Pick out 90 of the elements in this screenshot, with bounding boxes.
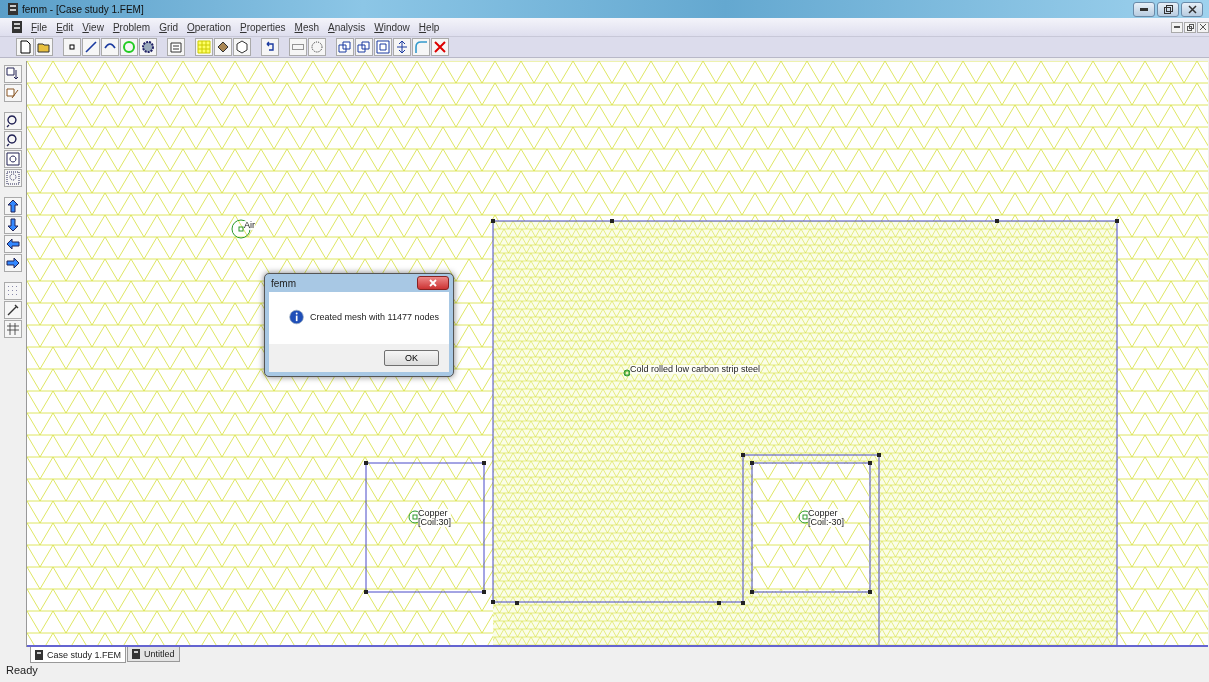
undo-button[interactable] xyxy=(261,38,279,56)
close-icon xyxy=(1187,4,1197,14)
menu-item[interactable]: View xyxy=(82,21,104,33)
menu-item[interactable]: Properties xyxy=(239,21,286,33)
menu-item[interactable]: Operation xyxy=(187,21,231,33)
minimize-icon xyxy=(1140,7,1148,11)
block-label: Air xyxy=(244,221,255,230)
down-button[interactable] xyxy=(4,216,22,234)
open-folder-button[interactable] xyxy=(35,38,53,56)
copy-button[interactable] xyxy=(355,38,373,56)
new-file-button[interactable] xyxy=(16,38,34,56)
grid-size-icon xyxy=(6,322,20,336)
new-file-icon xyxy=(18,40,32,54)
block-label: [Coil:30] xyxy=(418,518,452,527)
open-folder-icon xyxy=(37,40,51,54)
minimize-icon xyxy=(1174,26,1180,28)
status-text: Ready xyxy=(6,664,38,676)
menu-item[interactable]: Problem xyxy=(112,21,151,33)
close-button[interactable] xyxy=(1197,21,1209,33)
gear-icon xyxy=(141,40,155,54)
menu-item[interactable]: Analysis xyxy=(328,21,366,33)
properties-icon xyxy=(169,40,183,54)
zoom-window-button[interactable] xyxy=(4,169,22,187)
menu-item[interactable]: Edit xyxy=(56,21,74,33)
right-icon xyxy=(6,256,20,270)
up-icon xyxy=(6,199,20,213)
block-label: [Coil:-30] xyxy=(808,518,844,527)
document-icon xyxy=(35,649,43,660)
window-title: femm - [Case study 1.FEM] xyxy=(22,3,144,15)
ok-button[interactable]: OK xyxy=(384,350,439,366)
dialog-message: Created mesh with 11477 nodes xyxy=(310,312,439,322)
dialog-title: femm xyxy=(271,277,296,289)
properties-button[interactable] xyxy=(167,38,185,56)
zoom-fit-icon xyxy=(6,152,20,166)
restore-icon xyxy=(1186,23,1194,31)
zoom-out-button[interactable] xyxy=(4,131,22,149)
mirror-icon xyxy=(395,40,409,54)
left-button[interactable] xyxy=(4,235,22,253)
scale-icon xyxy=(376,40,390,54)
arc-button[interactable] xyxy=(101,38,119,56)
left-icon xyxy=(6,237,20,251)
close-icon xyxy=(429,279,437,287)
fillet-icon xyxy=(414,40,428,54)
grid-size-button[interactable] xyxy=(4,320,22,338)
zoom-in-button[interactable] xyxy=(4,112,22,130)
zoom-fit-button[interactable] xyxy=(4,150,22,168)
menu-item[interactable]: Grid xyxy=(159,21,179,33)
zoom-out-icon xyxy=(6,133,20,147)
up-button[interactable] xyxy=(4,197,22,215)
restore-button[interactable] xyxy=(1157,1,1179,17)
minimize-button[interactable] xyxy=(1133,1,1155,17)
block-label: Copper xyxy=(808,509,844,518)
grid-icon xyxy=(197,40,211,54)
close-button[interactable] xyxy=(1181,1,1203,17)
menu-item[interactable]: File xyxy=(31,21,48,33)
copy-icon xyxy=(357,40,371,54)
document-icon xyxy=(12,21,22,33)
gear-button[interactable] xyxy=(139,38,157,56)
point-button[interactable] xyxy=(63,38,81,56)
menu-item[interactable]: Window xyxy=(374,21,410,33)
document-tab[interactable]: Untitled xyxy=(127,647,180,662)
close-icon xyxy=(1200,24,1206,30)
document-icon xyxy=(132,649,141,659)
ring-icon xyxy=(122,40,136,54)
line-button[interactable] xyxy=(82,38,100,56)
copy-button[interactable] xyxy=(336,38,354,56)
select-circle-icon xyxy=(310,40,324,54)
scale-button[interactable] xyxy=(374,38,392,56)
block-label-marker-icon xyxy=(623,369,631,377)
zoom-in-icon xyxy=(6,114,20,128)
restore-icon xyxy=(1163,4,1173,14)
app-icon xyxy=(8,3,18,15)
close-button[interactable] xyxy=(417,276,449,290)
copy-icon xyxy=(338,40,352,54)
right-button[interactable] xyxy=(4,254,22,272)
mirror-button[interactable] xyxy=(393,38,411,56)
grid-icon xyxy=(6,284,20,298)
delete-button[interactable] xyxy=(431,38,449,56)
document-tab[interactable]: Case study 1.FEM xyxy=(30,647,127,663)
menu-item[interactable]: Help xyxy=(418,21,440,33)
delete-icon xyxy=(433,40,447,54)
minimize-button[interactable] xyxy=(1171,21,1183,33)
select-rect-button[interactable] xyxy=(289,38,307,56)
block-label: Copper xyxy=(418,509,452,518)
line-icon xyxy=(84,40,98,54)
zoom-window-icon xyxy=(6,171,20,185)
down-icon xyxy=(6,218,20,232)
block-label: Cold rolled low carbon strip steel xyxy=(630,365,761,374)
restore-button[interactable] xyxy=(1184,21,1196,33)
menu-item[interactable]: Mesh xyxy=(294,21,319,33)
